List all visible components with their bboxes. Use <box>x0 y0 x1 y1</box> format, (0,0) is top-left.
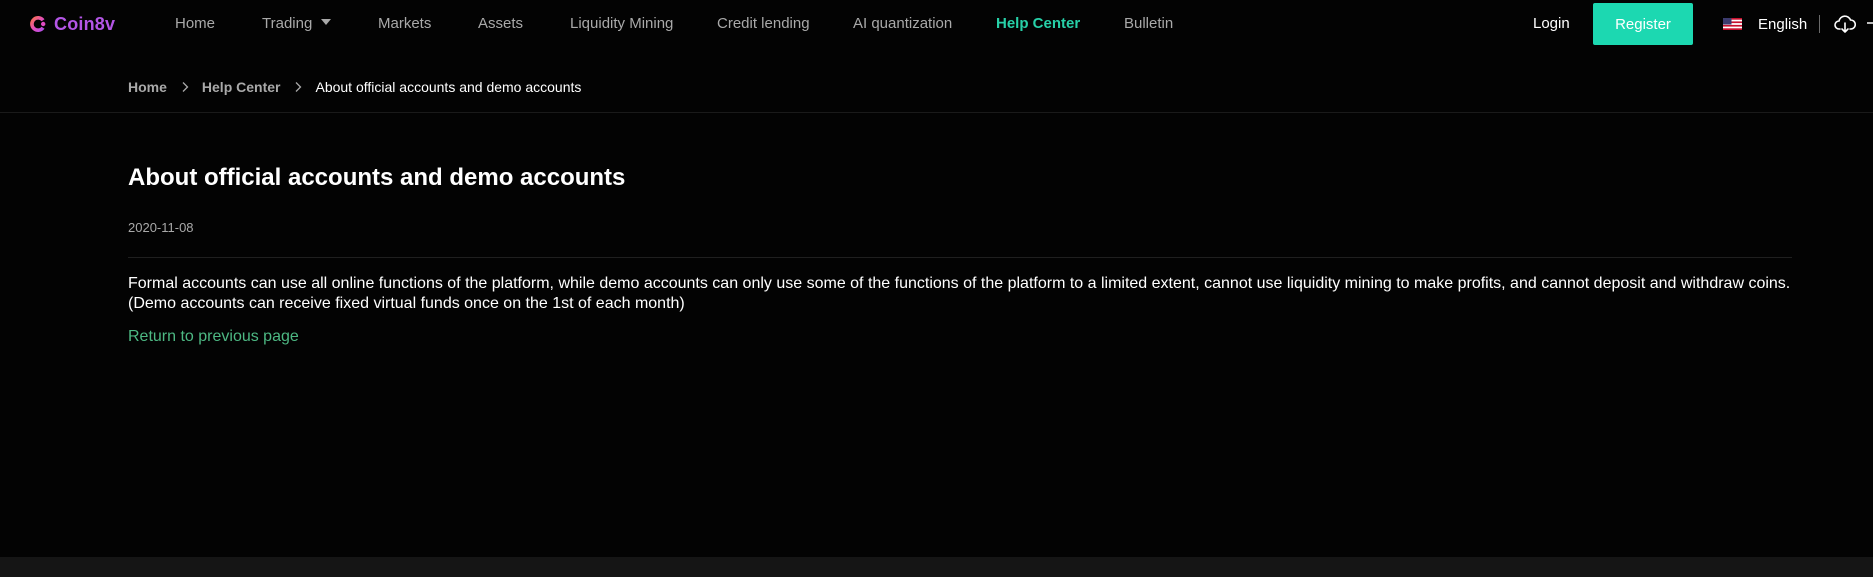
nav-assets[interactable]: Assets <box>478 15 523 33</box>
us-flag-icon <box>1723 18 1742 30</box>
nav-credit-lending[interactable]: Credit lending <box>717 15 810 33</box>
chevron-down-icon <box>321 19 332 25</box>
nav-home[interactable]: Home <box>175 15 215 33</box>
register-button[interactable]: Register <box>1593 3 1693 45</box>
nav-bulletin[interactable]: Bulletin <box>1124 15 1173 33</box>
language-label: English <box>1758 15 1808 33</box>
coin8v-logo-icon <box>30 16 46 32</box>
login-link[interactable]: Login <box>1533 15 1570 33</box>
breadcrumb: Home Help Center About official accounts… <box>128 78 581 96</box>
nav-liquidity-mining[interactable]: Liquidity Mining <box>570 15 673 33</box>
header-separator <box>0 112 1873 113</box>
cloud-download-icon[interactable] <box>1834 14 1856 34</box>
brand-logo[interactable]: Coin8v <box>29 12 115 36</box>
more-menu-icon[interactable] <box>1867 22 1873 24</box>
article-date: 2020-11-08 <box>128 220 194 235</box>
nav-markets[interactable]: Markets <box>378 15 431 33</box>
nav-ai-quantization[interactable]: AI quantization <box>853 15 952 33</box>
chevron-right-icon <box>296 82 302 92</box>
top-navigation-bar: Coin8v Home Trading Markets Assets Liqui… <box>0 0 1873 48</box>
footer <box>0 557 1873 577</box>
brand-name: Coin8v <box>54 13 116 34</box>
nav-trading-label: Trading <box>262 15 313 32</box>
article-body: Formal accounts can use all online funct… <box>128 275 1791 312</box>
article-divider <box>128 257 1792 258</box>
language-selector[interactable]: English <box>1723 15 1807 33</box>
breadcrumb-help-center[interactable]: Help Center <box>202 79 281 95</box>
nav-trading[interactable]: Trading <box>262 15 332 33</box>
nav-help-center[interactable]: Help Center <box>996 15 1080 33</box>
header-divider <box>1819 15 1820 33</box>
chevron-right-icon <box>182 82 189 92</box>
breadcrumb-current: About official accounts and demo account… <box>315 79 582 95</box>
return-link[interactable]: Return to previous page <box>128 328 299 346</box>
breadcrumb-home[interactable]: Home <box>128 79 167 95</box>
article-title: About official accounts and demo account… <box>128 164 626 191</box>
